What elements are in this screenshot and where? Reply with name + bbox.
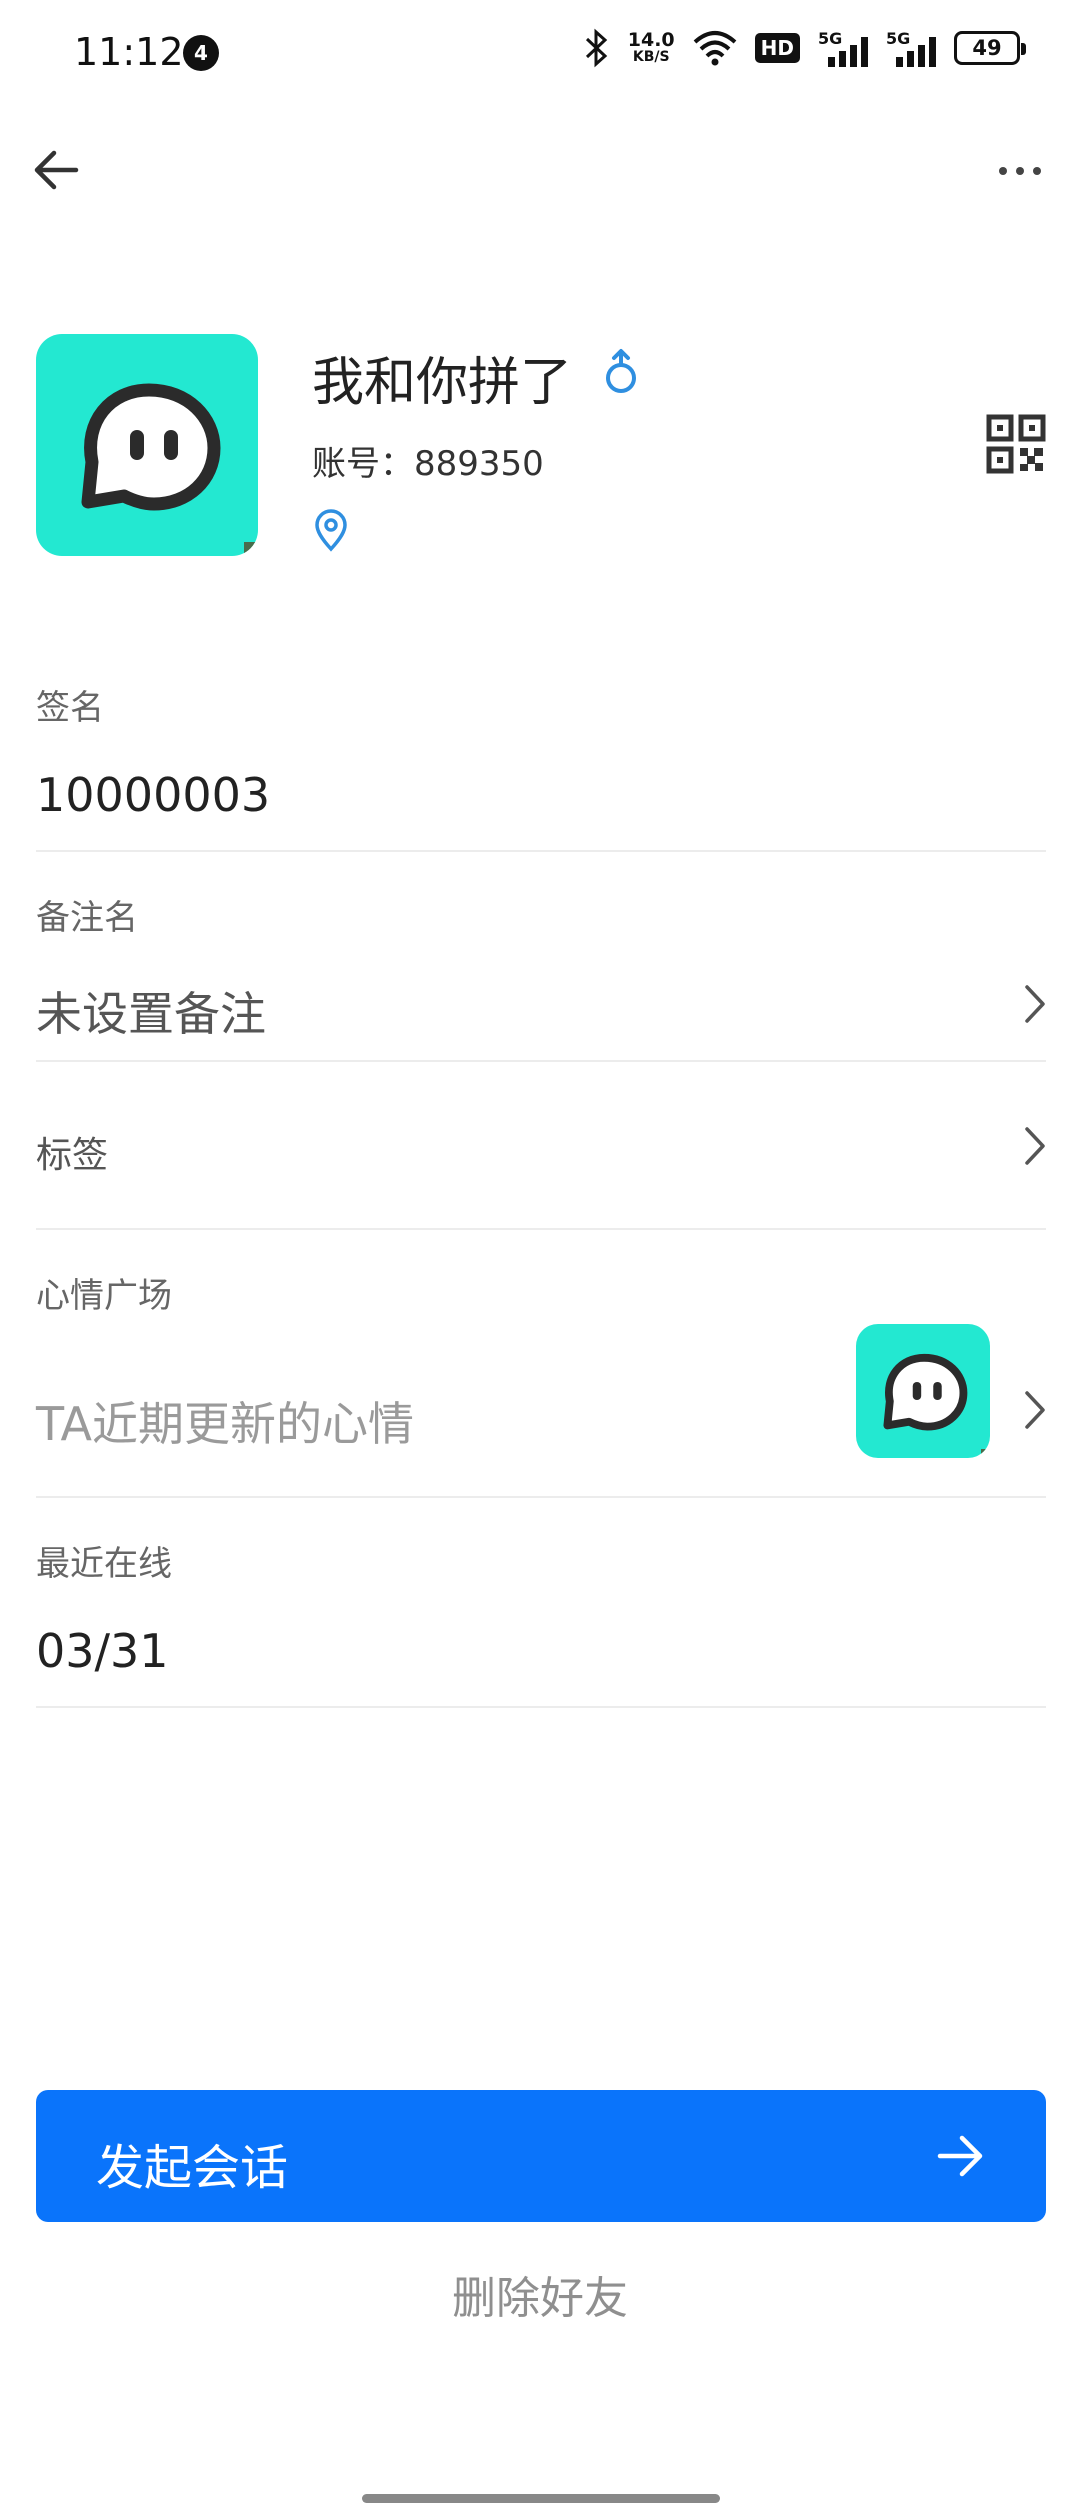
- more-options-button[interactable]: [990, 140, 1050, 200]
- home-indicator[interactable]: [362, 2494, 720, 2503]
- back-arrow-icon: [34, 150, 79, 190]
- delete-friend-button[interactable]: 删除好友: [0, 2262, 1080, 2326]
- qr-code-icon[interactable]: [986, 414, 1046, 474]
- divider: [36, 1496, 1046, 1498]
- profile-name: 我和你拼了: [312, 353, 573, 413]
- divider: [36, 1228, 1046, 1230]
- divider: [36, 1706, 1046, 1708]
- chat-bubble-logo-icon: [81, 383, 221, 511]
- divider: [36, 850, 1046, 852]
- last-online-value: 03/31: [36, 1624, 169, 1678]
- more-dots-icon: [999, 167, 1041, 175]
- signal-icon-1: 5G: [818, 29, 868, 67]
- mood-thumbnail[interactable]: [856, 1324, 990, 1458]
- signature-label: 签名: [36, 688, 104, 728]
- divider: [36, 1060, 1046, 1062]
- wifi-icon: [693, 31, 736, 66]
- mood-placeholder: TA近期更新的心情: [36, 1397, 414, 1451]
- hd-voice-badge: HD: [754, 33, 800, 63]
- signal-icon-2: 5G: [886, 29, 936, 67]
- signature-value: 10000003: [36, 768, 271, 822]
- bluetooth-icon: [585, 28, 607, 68]
- chevron-right-icon: [1025, 985, 1045, 1023]
- chevron-right-icon: [1025, 1391, 1045, 1429]
- status-time: 11:12: [74, 30, 184, 74]
- last-online-label: 最近在线: [36, 1544, 172, 1584]
- tags-label: 标签: [36, 1135, 109, 1176]
- remark-value: 未设置备注: [36, 987, 266, 1041]
- account-id: 账号：889350: [312, 444, 544, 484]
- start-chat-button[interactable]: 发起会话: [36, 2090, 1046, 2222]
- location-pin-icon: [315, 509, 347, 552]
- arrow-right-icon: [937, 2135, 983, 2177]
- chat-bubble-logo-icon: [883, 1353, 968, 1431]
- start-chat-label: 发起会话: [96, 2140, 289, 2196]
- remark-label: 备注名: [36, 898, 138, 938]
- chevron-right-icon: [1025, 1127, 1045, 1165]
- status-icons: 14.0 KB/S HD 5G 5G 49: [584, 28, 1026, 68]
- notification-badge: 4: [183, 35, 219, 71]
- male-icon: [606, 349, 636, 393]
- mood-label: 心情广场: [36, 1276, 172, 1316]
- back-button[interactable]: [28, 140, 88, 200]
- battery-icon: 49: [954, 31, 1026, 65]
- network-speed: 14.0 KB/S: [627, 29, 675, 65]
- status-bar: 11:12 4 14.0 KB/S HD 5G 5G 49: [0, 0, 1080, 110]
- avatar[interactable]: [36, 334, 258, 556]
